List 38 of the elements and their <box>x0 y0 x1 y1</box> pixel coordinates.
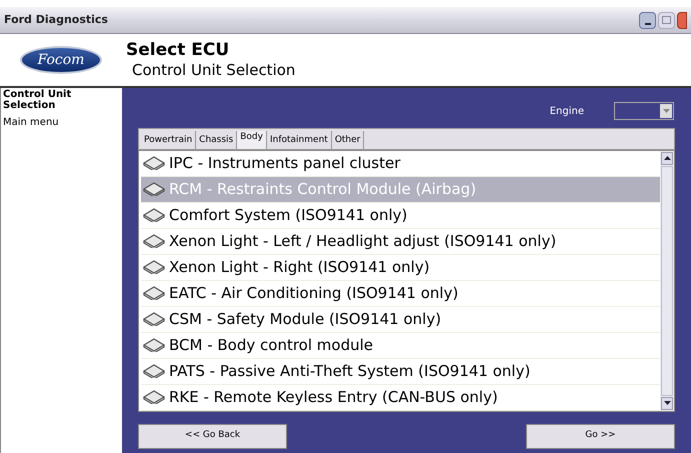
scroll-thumb[interactable] <box>661 166 673 396</box>
minimize-button[interactable] <box>639 12 656 28</box>
window-title: Ford Diagnostics <box>4 12 108 28</box>
page-title: Select ECU <box>126 40 230 60</box>
go-button[interactable]: Go >> <box>526 424 675 448</box>
close-button[interactable] <box>677 12 687 28</box>
engine-dropdown[interactable] <box>614 102 674 120</box>
ecu-list-item[interactable]: Comfort System (ISO9141 only) <box>141 202 660 228</box>
tab[interactable]: Other <box>332 131 364 148</box>
scroll-down-icon[interactable] <box>661 396 673 410</box>
ecu-list-item[interactable]: BCM - Body control module <box>141 332 660 358</box>
chip-icon <box>143 338 165 352</box>
chip-icon <box>143 208 165 222</box>
chip-icon <box>143 234 165 248</box>
tab[interactable]: Powertrain <box>141 131 196 148</box>
chip-icon <box>143 390 165 404</box>
tab[interactable]: Body <box>237 131 267 148</box>
sidebar-item[interactable]: Main menu <box>1 117 122 128</box>
chip-icon <box>143 312 165 326</box>
ecu-list-item[interactable]: EATC - Air Conditioning (ISO9141 only) <box>141 280 660 306</box>
chip-icon <box>143 260 165 274</box>
chip-icon <box>143 156 165 170</box>
scrollbar[interactable] <box>660 150 674 410</box>
logo: Focom <box>20 46 102 74</box>
tab[interactable]: Infotainment <box>266 131 332 148</box>
sidebar-item[interactable]: Control Unit Selection <box>1 89 122 111</box>
page-subtitle: Control Unit Selection <box>131 60 296 80</box>
ecu-list-item[interactable]: CSM - Safety Module (ISO9141 only) <box>141 306 660 332</box>
scroll-up-icon[interactable] <box>661 152 673 164</box>
back-button[interactable]: << Go Back <box>138 424 287 448</box>
chip-icon <box>143 182 165 196</box>
ecu-list-item[interactable]: RKE - Remote Keyless Entry (CAN-BUS only) <box>141 384 660 410</box>
ecu-list-item[interactable]: Xenon Light - Left / Headlight adjust (ISO9141 only) <box>141 228 660 254</box>
ecu-list-item[interactable]: Xenon Light - Right (ISO9141 only) <box>141 254 660 280</box>
engine-label: Engine <box>550 104 584 118</box>
chip-icon <box>143 286 165 300</box>
chip-icon <box>143 364 165 378</box>
ecu-list-item[interactable]: PATS - Passive Anti-Theft System (ISO9141 only) <box>141 358 660 384</box>
